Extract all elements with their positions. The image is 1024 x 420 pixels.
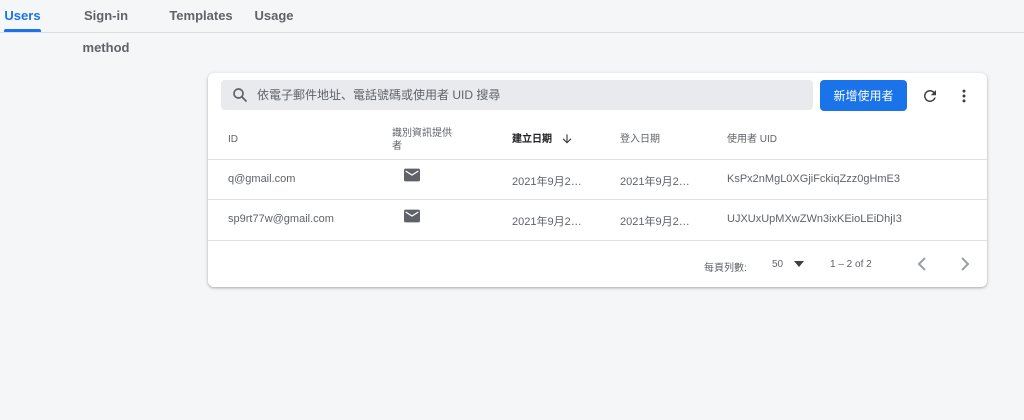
chevron-left-icon — [917, 257, 926, 271]
rows-per-page-label: 每頁列數: — [704, 263, 747, 274]
more-options-button[interactable] — [952, 84, 976, 108]
column-header-signed-in[interactable]: 登入日期 — [620, 133, 660, 146]
column-header-id[interactable]: ID — [228, 133, 238, 146]
dropdown-arrow-icon — [794, 261, 804, 267]
mail-icon — [404, 168, 420, 182]
next-page-button[interactable] — [955, 254, 975, 274]
refresh-icon — [923, 89, 936, 102]
column-header-created[interactable]: 建立日期 — [512, 133, 552, 146]
previous-page-button[interactable] — [912, 254, 932, 274]
tab-users[interactable]: Users — [4, 0, 41, 32]
row-id: sp9rt77w@gmail.com — [228, 213, 334, 225]
add-user-button[interactable]: 新增使用者 — [820, 80, 907, 111]
row-uid: KsPx2nMgL0XGjiFckiqZzz0gHmE3 — [727, 173, 901, 185]
tab-templates[interactable]: Templates — [168, 0, 234, 32]
search-bar — [221, 80, 813, 110]
row-signed-in: 2021年9月2… — [620, 216, 690, 228]
more-vert-icon — [962, 89, 966, 103]
provider-header-line2: 者 — [392, 141, 402, 152]
row-uid: UJXUxUpMXwZWn3ixKEioLEiDhjI3 — [727, 213, 902, 225]
mail-icon — [404, 209, 420, 223]
row-divider — [208, 240, 987, 241]
users-table-card: 新增使用者 ID 識別資訊提供 者 建立日期 登入日期 使用者 UID q@gm… — [208, 73, 987, 287]
provider-header-line1: 識別資訊提供 — [392, 128, 452, 139]
column-header-provider: 識別資訊提供 者 — [392, 127, 452, 153]
active-tab-indicator — [4, 29, 41, 32]
arrow-down-sort-icon[interactable] — [560, 132, 574, 146]
row-created: 2021年9月2… — [512, 176, 582, 188]
tab-bar: Users Sign-in method Templates Usage — [0, 0, 1024, 55]
pagination-range: 1 – 2 of 2 — [830, 259, 872, 270]
header-divider — [208, 159, 987, 160]
row-signed-in: 2021年9月2… — [620, 176, 690, 188]
search-icon — [233, 88, 247, 102]
rows-per-page-select[interactable]: 50 — [770, 255, 810, 275]
tab-usage[interactable]: Usage — [252, 0, 296, 32]
row-id: q@gmail.com — [228, 173, 296, 185]
row-divider — [208, 199, 987, 200]
row-created: 2021年9月2… — [512, 216, 582, 228]
refresh-button[interactable] — [918, 84, 942, 108]
rows-per-page-value: 50 — [772, 259, 784, 270]
chevron-right-icon — [961, 257, 970, 271]
tab-sign-in-method[interactable]: Sign-in method — [60, 0, 152, 55]
column-header-uid[interactable]: 使用者 UID — [727, 133, 777, 146]
created-header-label: 建立日期 — [512, 134, 552, 145]
search-input[interactable] — [257, 80, 797, 110]
